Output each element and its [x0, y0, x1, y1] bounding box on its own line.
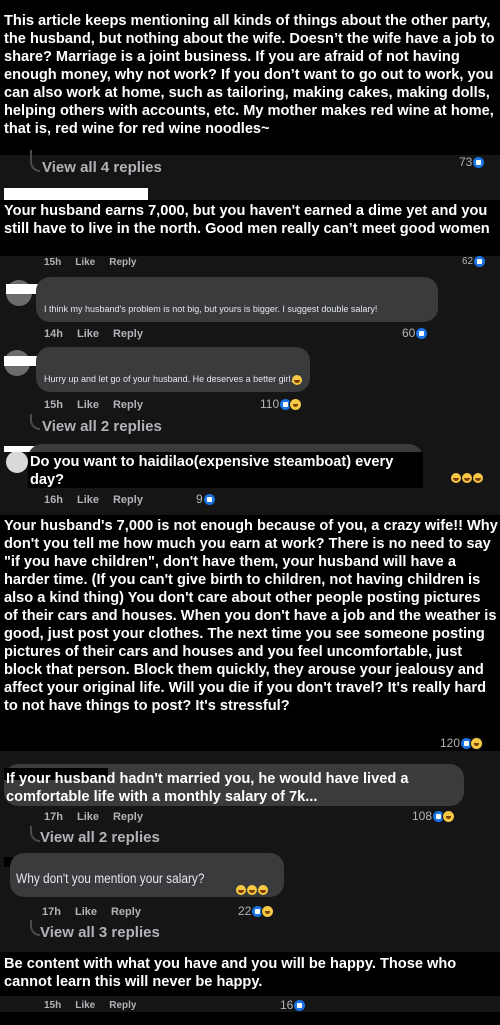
- reaction-number: 73: [459, 155, 473, 169]
- comment-4-meta: 15h Like Reply: [44, 399, 157, 411]
- avatar: [6, 451, 28, 473]
- reaction-number: 16: [280, 998, 294, 1012]
- reply-button[interactable]: Reply: [109, 257, 136, 268]
- reaction-number: 120: [440, 736, 461, 750]
- like-button[interactable]: Like: [77, 328, 99, 340]
- redacted-name: [4, 356, 40, 366]
- haha-reaction-icon: [261, 904, 275, 918]
- laughing-emoji-icon: [451, 473, 461, 483]
- comment-5-meta: 16h Like Reply: [44, 494, 157, 506]
- haha-reaction-icon: [470, 736, 484, 750]
- comment-8-meta: 17h Like Reply: [42, 906, 155, 918]
- laughing-emoji-icon: [462, 473, 472, 483]
- like-reaction-icon: [203, 493, 215, 505]
- reaction-number: 62: [462, 256, 474, 267]
- like-reaction-icon: [474, 256, 486, 267]
- like-button[interactable]: Like: [75, 906, 97, 918]
- comment-3-text: I think my husband's problem is not big,…: [44, 304, 378, 314]
- laughing-emoji-icon: [292, 375, 302, 385]
- reaction-count[interactable]: 73: [459, 155, 485, 169]
- view-replies-link[interactable]: View all 3 replies: [40, 924, 160, 941]
- reply-button[interactable]: Reply: [113, 328, 143, 340]
- reaction-count[interactable]: 60: [402, 326, 428, 340]
- reply-button[interactable]: Reply: [111, 906, 141, 918]
- laughing-emoji-icon: [247, 885, 257, 895]
- reaction-number: 22: [238, 904, 252, 918]
- reaction-number: 60: [402, 326, 416, 340]
- reaction-count[interactable]: 9: [196, 492, 215, 506]
- like-reaction-icon: [416, 327, 428, 339]
- timestamp: 15h: [44, 1000, 62, 1011]
- like-button[interactable]: Like: [75, 257, 95, 268]
- comment-4-bubble: [36, 347, 310, 392]
- reply-button[interactable]: Reply: [113, 811, 143, 823]
- like-button[interactable]: Like: [77, 811, 99, 823]
- like-button[interactable]: Like: [75, 1000, 95, 1011]
- comment-4-text: Hurry up and let go of your husband. He …: [44, 374, 294, 384]
- thread-line: [30, 826, 40, 842]
- laughing-emoji-icon: [258, 885, 268, 895]
- reaction-count[interactable]: 108: [412, 809, 456, 823]
- reaction-count[interactable]: 110: [260, 397, 303, 411]
- timestamp: 15h: [44, 257, 62, 268]
- timestamp: 15h: [44, 399, 63, 411]
- like-button[interactable]: Like: [77, 399, 99, 411]
- timestamp: 17h: [44, 811, 63, 823]
- reaction-count[interactable]: 62: [462, 256, 486, 267]
- timestamp: 14h: [44, 328, 63, 340]
- comment-3-meta: 14h Like Reply: [44, 328, 157, 340]
- thread-line: [30, 150, 40, 172]
- like-reaction-icon: [294, 999, 306, 1011]
- comment-5-text: Do you want to haidilao(expensive steamb…: [30, 454, 394, 488]
- comment-3-bubble: [36, 277, 438, 322]
- reaction-number: 9: [196, 492, 203, 506]
- comment-9-meta: 15h Like Reply: [44, 1000, 150, 1011]
- like-reaction-icon: [473, 156, 485, 168]
- reaction-number: 108: [412, 809, 433, 823]
- thread-line: [30, 920, 40, 936]
- reaction-number: 110: [260, 397, 280, 411]
- view-replies-link[interactable]: View all 2 replies: [40, 829, 160, 846]
- reaction-count[interactable]: 22: [238, 904, 275, 918]
- laughing-emoji-icons: [236, 882, 269, 900]
- reply-button[interactable]: Reply: [113, 494, 143, 506]
- comment-7-text: If your husband hadn't married you, he w…: [6, 771, 409, 805]
- thread-line: [30, 414, 40, 430]
- comment-2-meta: 15h Like Reply: [44, 257, 150, 268]
- reply-button[interactable]: Reply: [113, 399, 143, 411]
- comment-8-text: Why don't you mention your salary?: [16, 871, 205, 886]
- haha-reaction-icon: [442, 809, 456, 823]
- comment-9-text: Be content with what you have and you wi…: [4, 956, 457, 990]
- like-button[interactable]: Like: [77, 494, 99, 506]
- timestamp: 17h: [42, 906, 61, 918]
- comment-6-text: Your husband's 7,000 is not enough becau…: [4, 518, 498, 714]
- comment-1-text: This article keeps mentioning all kinds …: [4, 13, 495, 137]
- comment-7-meta: 17h Like Reply: [44, 811, 157, 823]
- laughing-emoji-icon: [236, 885, 246, 895]
- comment-2-text: Your husband earns 7,000, but you haven'…: [4, 203, 490, 237]
- reaction-count[interactable]: 120: [440, 736, 484, 750]
- view-replies-link[interactable]: View all 4 replies: [42, 159, 162, 176]
- timestamp: 16h: [44, 494, 63, 506]
- haha-reaction-icon: [289, 397, 303, 411]
- redacted-name: [4, 188, 148, 200]
- laughing-emoji-icons: [451, 470, 484, 488]
- reaction-count[interactable]: 16: [280, 998, 306, 1012]
- reply-button[interactable]: Reply: [109, 1000, 136, 1011]
- laughing-emoji-icon: [473, 473, 483, 483]
- view-replies-link[interactable]: View all 2 replies: [42, 418, 162, 435]
- bottom-overlay: [0, 1012, 500, 1025]
